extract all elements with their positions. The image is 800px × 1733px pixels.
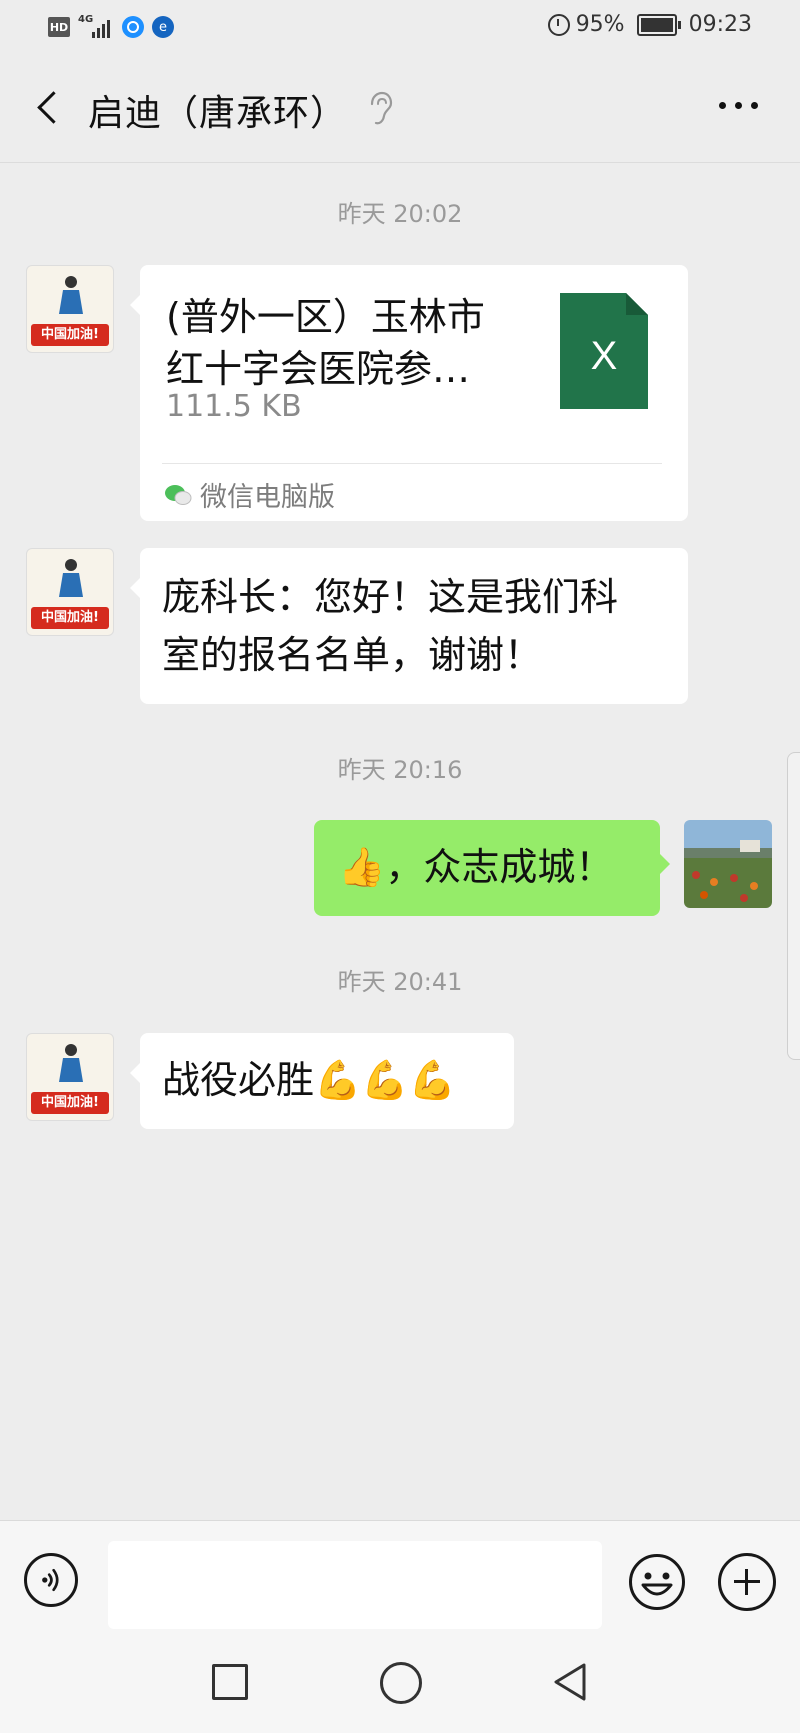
chat-header: 启迪（唐承环） [0,56,800,163]
file-size: 111.5 KB [166,389,302,424]
status-bar-right: 95% 09:23 [547,12,752,37]
home-icon[interactable] [380,1662,422,1704]
avatar-figure [59,276,83,314]
avatar-banner: 中国加油! [31,324,109,346]
input-bar [0,1520,800,1649]
muscle-emoji: 💪💪💪 [314,1058,456,1102]
scrollbar[interactable] [787,752,800,1060]
excel-file-icon: X [560,293,648,409]
avatar-figure [59,1044,83,1082]
clock: 09:23 [688,12,752,37]
timestamp: 昨天 20:02 [337,200,463,228]
status-bar: HD 4G e 95% 09:23 [0,0,800,56]
avatar[interactable]: 中国加油! [26,548,114,636]
voice-icon[interactable] [24,1553,78,1607]
emoji-icon[interactable] [628,1553,686,1611]
chat-title: 启迪（唐承环） [88,93,348,134]
timestamp: 昨天 20:16 [337,756,463,784]
back-arrow-icon[interactable] [28,86,72,130]
wechat-icon [165,484,192,505]
avatar-banner: 中国加油! [31,607,109,629]
alarm-icon [547,13,570,36]
hd-icon: HD [48,17,70,37]
app-notification-icon [122,16,144,38]
file-source: 微信电脑版 [164,475,335,514]
plus-icon[interactable] [718,1553,776,1611]
message-line: 室的报名名单，谢谢！ [162,633,543,677]
avatar-figure [59,559,83,597]
timestamp: 昨天 20:41 [337,968,463,996]
avatar[interactable]: 中国加油! [26,265,114,353]
file-message[interactable]: (普外一区）玉林市 红十字会医院参… 111.5 KB X 微信电脑版 [130,265,688,521]
ear-icon [370,91,393,125]
message-line: 庞科长：您好！这是我们科 [162,575,619,619]
avatar[interactable]: 中国加油! [26,1033,114,1121]
message-text: ，众志成城！ [385,845,614,889]
browser-notification-icon: e [152,16,174,38]
svg-text:X: X [591,334,618,378]
battery-percent: 95% [575,12,625,37]
divider [162,463,662,464]
file-title: (普外一区）玉林市 红十字会医院参… [166,295,485,391]
back-icon[interactable] [552,1662,588,1702]
avatar-banner: 中国加油! [31,1092,109,1114]
my-avatar[interactable] [684,820,772,908]
battery-icon [636,13,681,36]
status-bar-left: HD 4G e [48,14,174,40]
thumbs-up-emoji: 👍 [338,845,386,889]
recent-apps-icon[interactable] [212,1664,248,1700]
message-input[interactable] [108,1541,602,1629]
more-icon[interactable] [719,102,758,109]
text-message[interactable]: 庞科长：您好！这是我们科 室的报名名单，谢谢！ [130,548,688,704]
text-message[interactable]: 战役必胜💪💪💪 [130,1033,514,1129]
my-text-message[interactable]: 👍，众志成城！ [314,820,670,916]
signal-icon: 4G [78,14,114,40]
system-nav-bar [0,1648,800,1733]
message-text: 战役必胜 [162,1058,315,1102]
network-type: 4G [78,14,94,25]
